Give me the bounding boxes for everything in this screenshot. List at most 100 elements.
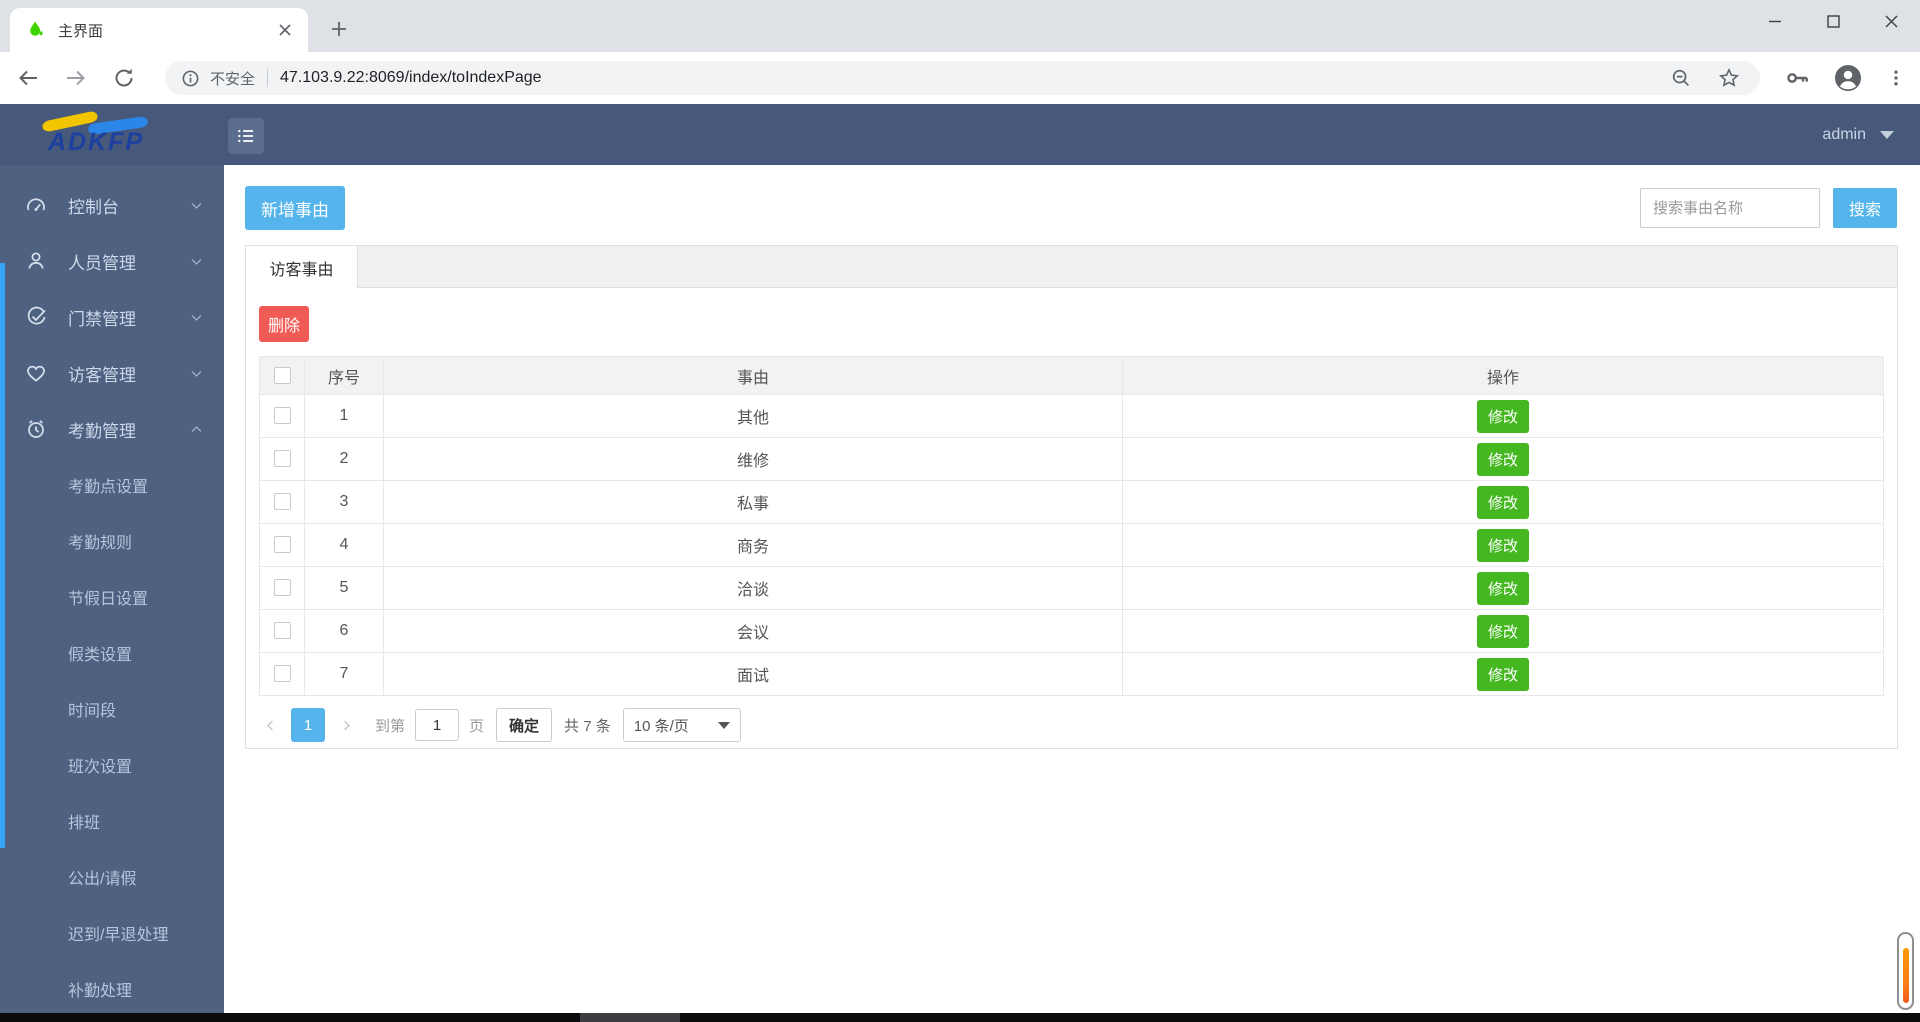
sidebar-item-visitor[interactable]: 访客管理	[0, 345, 224, 401]
table-row: 1 其他 修改	[259, 394, 1884, 438]
cell-reason: 私事	[383, 480, 1123, 524]
address-bar[interactable]: 不安全 47.103.9.22:8069/index/toIndexPage	[165, 61, 1760, 95]
sidebar-subitem-scheduling[interactable]: 排班	[0, 793, 224, 849]
bottom-edge-bar	[0, 1013, 1920, 1022]
cell-reason: 其他	[383, 394, 1123, 438]
visitor-reason-panel: 访客事由 删除 序号 事由 操作 1 其他 修改 2 维修 修改 3 私事 修改…	[245, 245, 1898, 749]
browser-toolbar: 不安全 47.103.9.22:8069/index/toIndexPage	[0, 52, 1920, 104]
panel-tabbar: 访客事由	[246, 246, 1897, 289]
app-header: ADKFP admin	[0, 104, 1920, 165]
password-key-icon[interactable]	[1784, 65, 1810, 91]
window-maximize-button[interactable]	[1804, 0, 1862, 42]
cell-no: 4	[304, 523, 384, 567]
prev-page-icon[interactable]	[259, 718, 281, 733]
info-icon[interactable]	[181, 69, 200, 88]
tab-visitor-reason[interactable]: 访客事由	[246, 246, 358, 289]
search-input[interactable]	[1640, 188, 1820, 228]
row-checkbox[interactable]	[273, 450, 291, 468]
goto-page-input[interactable]	[415, 709, 460, 741]
sidebar-subitem-holiday-settings[interactable]: 节假日设置	[0, 569, 224, 625]
url-text[interactable]: 47.103.9.22:8069/index/toIndexPage	[280, 69, 1670, 87]
browser-tabstrip: 主界面	[0, 0, 1920, 52]
zoom-out-icon[interactable]	[1670, 67, 1692, 89]
window-minimize-button[interactable]	[1746, 0, 1804, 42]
table-row: 7 面试 修改	[259, 652, 1884, 696]
sidebar-item-label: 控制台	[68, 197, 119, 217]
browser-tab[interactable]: 主界面	[10, 8, 308, 52]
row-checkbox[interactable]	[273, 407, 291, 425]
reload-icon[interactable]	[112, 66, 136, 90]
cell-no: 6	[304, 609, 384, 653]
chevron-down-icon	[189, 310, 204, 325]
chrome-menu-icon[interactable]	[1886, 68, 1906, 88]
back-icon[interactable]	[16, 66, 40, 90]
select-all-checkbox[interactable]	[273, 366, 291, 384]
user-caret-icon	[1880, 130, 1894, 139]
sidebar-item-console[interactable]: 控制台	[0, 177, 224, 233]
hamburger-list-icon	[236, 126, 256, 146]
modify-button[interactable]: 修改	[1476, 657, 1529, 691]
cell-no: 3	[304, 480, 384, 524]
sidebar-toggle-button[interactable]	[228, 118, 264, 154]
sidebar-item-personnel[interactable]: 人员管理	[0, 233, 224, 289]
table-row: 5 洽谈 修改	[259, 566, 1884, 610]
modify-button[interactable]: 修改	[1476, 528, 1529, 562]
window-close-button[interactable]	[1862, 0, 1920, 42]
cell-reason: 维修	[383, 437, 1123, 481]
row-checkbox[interactable]	[273, 536, 291, 554]
modify-button[interactable]: 修改	[1476, 571, 1529, 605]
new-tab-button[interactable]	[322, 12, 356, 46]
bookmark-star-icon[interactable]	[1718, 67, 1740, 89]
row-checkbox[interactable]	[273, 579, 291, 597]
browser-tab-title: 主界面	[58, 22, 104, 40]
user-menu[interactable]: admin	[1822, 104, 1894, 165]
window-controls	[1746, 0, 1920, 42]
current-page-button[interactable]: 1	[291, 708, 325, 742]
modify-button[interactable]: 修改	[1476, 399, 1529, 433]
cell-reason: 面试	[383, 652, 1123, 696]
profile-avatar-icon[interactable]	[1834, 64, 1862, 92]
sidebar-subitem-leave-type-settings[interactable]: 假类设置	[0, 625, 224, 681]
sidebar-subitem-time-period[interactable]: 时间段	[0, 681, 224, 737]
sidebar-subitem-late-early-handling[interactable]: 迟到/早退处理	[0, 905, 224, 961]
modify-button[interactable]: 修改	[1476, 485, 1529, 519]
header-reason: 事由	[383, 356, 1123, 395]
gauge-icon	[24, 193, 48, 217]
header-checkbox-cell	[259, 356, 305, 395]
confirm-page-button[interactable]: 确定	[496, 708, 553, 742]
forward-icon[interactable]	[64, 66, 88, 90]
cell-reason: 洽谈	[383, 566, 1123, 610]
row-checkbox[interactable]	[273, 622, 291, 640]
page-size-select[interactable]: 10 条/页	[622, 708, 741, 742]
next-page-icon[interactable]	[335, 718, 357, 733]
cell-no: 5	[304, 566, 384, 610]
header-action: 操作	[1122, 356, 1884, 395]
scrollbar-fill	[1902, 948, 1909, 1003]
header-no: 序号	[304, 356, 384, 395]
sidebar-subitem-attendance-rules[interactable]: 考勤规则	[0, 513, 224, 569]
sidebar-subitem-business-leave[interactable]: 公出/请假	[0, 849, 224, 905]
app-logo[interactable]: ADKFP	[0, 104, 224, 165]
sidebar-item-label: 考勤管理	[68, 421, 136, 441]
username-label: admin	[1822, 125, 1866, 143]
tab-close-icon[interactable]	[274, 19, 296, 41]
search-button[interactable]: 搜索	[1833, 188, 1897, 228]
modify-button[interactable]: 修改	[1476, 614, 1529, 648]
row-checkbox[interactable]	[273, 665, 291, 683]
sidebar-item-label: 访客管理	[68, 365, 136, 385]
sidebar-item-attendance[interactable]: 考勤管理	[0, 401, 224, 457]
scrollbar-thumb[interactable]	[1897, 932, 1914, 1010]
sidebar-subitem-shift-settings[interactable]: 班次设置	[0, 737, 224, 793]
sidebar-subitem-makeup-attendance[interactable]: 补勤处理	[0, 961, 224, 1013]
sidebar-item-access-control[interactable]: 门禁管理	[0, 289, 224, 345]
delete-button[interactable]: 删除	[259, 306, 309, 342]
row-checkbox[interactable]	[273, 493, 291, 511]
modify-button[interactable]: 修改	[1476, 442, 1529, 476]
goto-label: 到第	[375, 717, 406, 735]
security-label[interactable]: 不安全	[210, 68, 255, 89]
table-row: 6 会议 修改	[259, 609, 1884, 653]
sidebar-subitem-attendance-point-settings[interactable]: 考勤点设置	[0, 457, 224, 513]
omnibox-divider	[267, 69, 269, 87]
total-count-label: 共 7 条	[564, 717, 611, 735]
add-reason-button[interactable]: 新增事由	[245, 186, 345, 230]
